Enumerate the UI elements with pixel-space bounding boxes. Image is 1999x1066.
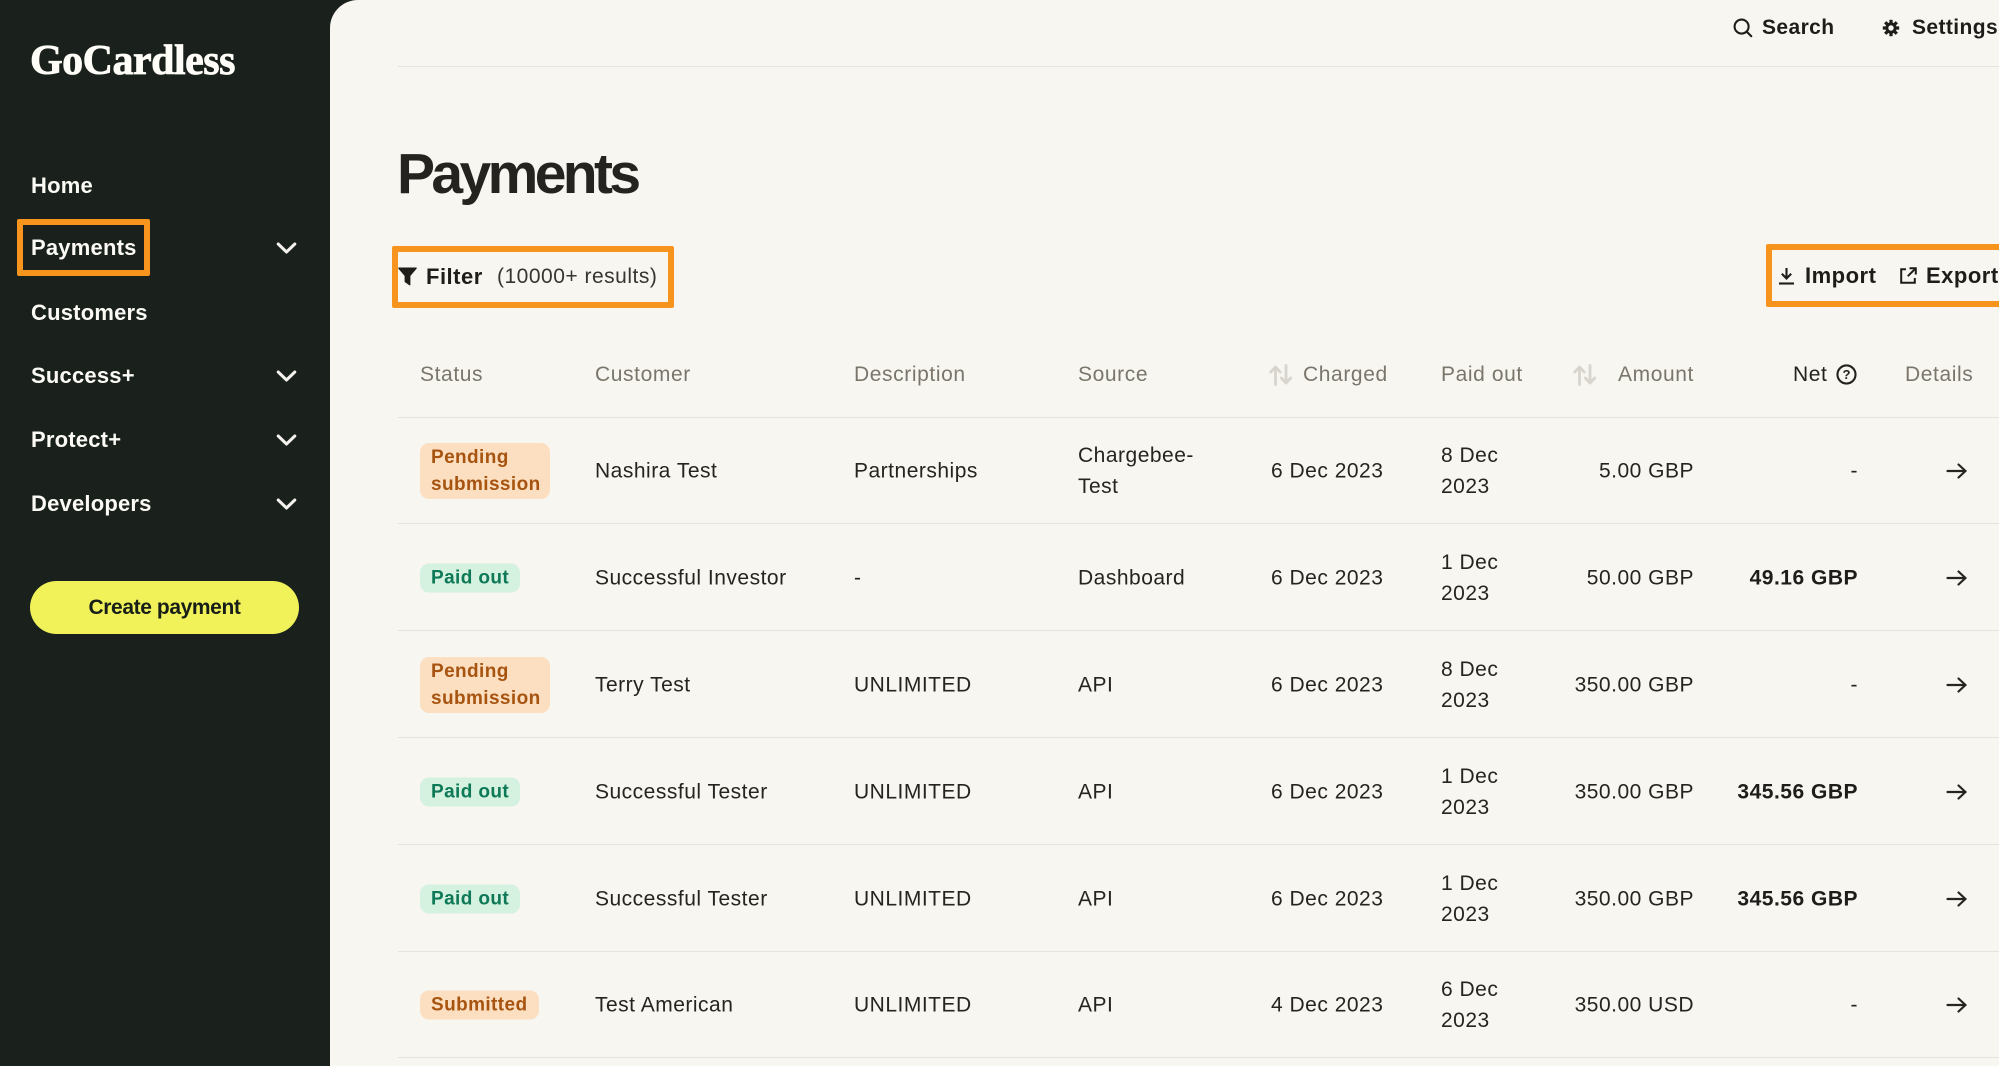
svg-text:?: ? bbox=[1842, 367, 1850, 382]
